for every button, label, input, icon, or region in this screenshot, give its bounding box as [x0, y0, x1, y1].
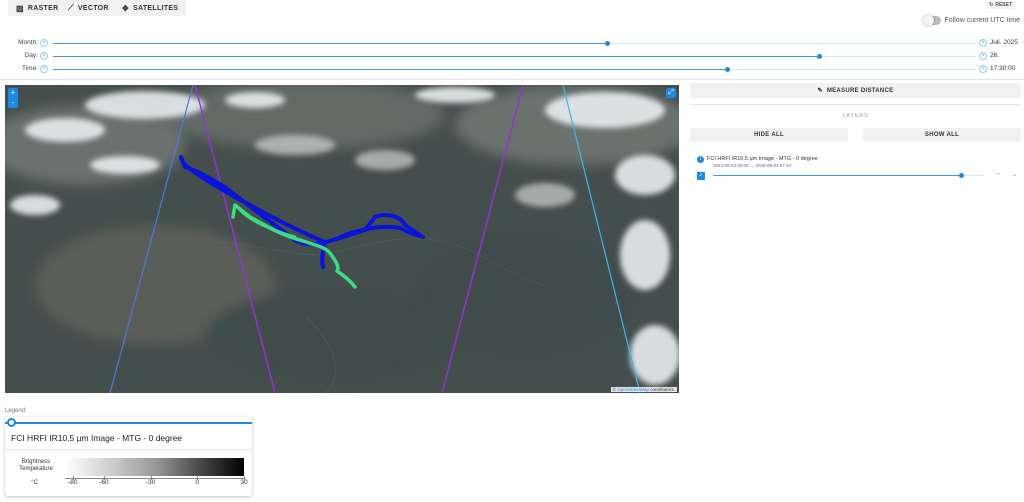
- expand-icon: ⤢: [668, 89, 674, 96]
- time-label: Time:: [21, 65, 38, 72]
- layer-dates: 2024-09-23 00:00 → 2025-09-04 07:10: [713, 163, 792, 168]
- show-all-button[interactable]: SHOW ALL: [863, 128, 1021, 142]
- check-icon: ✓: [698, 173, 704, 179]
- day-slider-row: Day: < > 26.: [0, 50, 1024, 62]
- reset-button[interactable]: ↻ RESET: [985, 1, 1016, 9]
- info-icon[interactable]: i: [697, 156, 704, 163]
- openstreetmap-link[interactable]: OpenStreetMap: [617, 387, 649, 392]
- time-value: 17:30:00: [990, 65, 1016, 72]
- day-label: Day:: [24, 52, 38, 59]
- legend-panel: FCI HRFI IR10.5 µm Image - MTG - 0 degre…: [5, 417, 252, 496]
- satellites-button[interactable]: ✥ SATELLITES: [114, 0, 187, 16]
- day-slider[interactable]: [53, 54, 976, 59]
- month-prev-button[interactable]: <: [40, 39, 48, 47]
- fullscreen-button[interactable]: ⤢: [666, 88, 676, 98]
- divider: [5, 449, 252, 450]
- raster-icon: ▨: [16, 3, 24, 13]
- day-value: 26.: [990, 52, 1000, 59]
- month-next-button[interactable]: >: [979, 39, 987, 47]
- vector-icon: ⟋: [68, 3, 74, 12]
- day-next-button[interactable]: >: [979, 52, 987, 60]
- divider: [0, 79, 1024, 80]
- month-label: Month:: [18, 39, 38, 46]
- divider: [690, 104, 1021, 105]
- time-slider-row: Time: < > 17:30:00: [0, 63, 1024, 75]
- time-slider[interactable]: [53, 67, 976, 72]
- layer-name: FCI HRFI IR10.5 µm Image - MTG - 0 degre…: [707, 156, 818, 162]
- time-next-button[interactable]: >: [979, 65, 987, 73]
- layer-minimize-icon[interactable]: –: [996, 171, 999, 177]
- scale-tick-label: -60: [99, 479, 109, 486]
- zoom-in-button[interactable]: +: [8, 88, 18, 98]
- legend-unit: °C: [31, 479, 39, 486]
- legend-label: Legend:: [5, 408, 27, 414]
- satellite-icon: ✥: [122, 3, 130, 13]
- toggle-switch[interactable]: [922, 15, 941, 26]
- day-slider-handle[interactable]: [817, 54, 823, 59]
- raster-button[interactable]: ▨ RASTER: [8, 0, 67, 16]
- scale-tick-label: 0: [195, 479, 200, 486]
- scale-tick-label: 30: [240, 479, 248, 486]
- map-view[interactable]: + - ⤢ © OpenStreetMap contributors.: [5, 85, 679, 393]
- layer-opacity-slider[interactable]: [713, 173, 983, 178]
- map-attribution: © OpenStreetMap contributors.: [610, 387, 677, 392]
- month-slider[interactable]: [53, 41, 976, 46]
- layers-panel: ✎ MEASURE DISTANCE LAYERS HIDE ALL SHOW A…: [690, 83, 1021, 185]
- legend-quantity: Brightness Temperature: [19, 459, 53, 472]
- legend-slider-handle[interactable]: [7, 418, 16, 427]
- refresh-icon: ↻: [989, 2, 994, 8]
- legend-title: FCI HRFI IR10.5 µm Image - MTG - 0 degre…: [11, 433, 183, 443]
- satellite-imagery: [5, 85, 679, 393]
- time-slider-handle[interactable]: [724, 67, 730, 72]
- layer-item: i FCI HRFI IR10.5 µm Image - MTG - 0 deg…: [690, 155, 1021, 185]
- measure-distance-button[interactable]: ✎ MEASURE DISTANCE: [690, 83, 1021, 98]
- month-slider-row: Month: < > Juli. 2025: [0, 37, 1024, 49]
- zoom-control: + -: [8, 88, 18, 108]
- vector-button[interactable]: ⟋ VECTOR: [60, 0, 117, 16]
- scale-tick-label: -80: [68, 479, 78, 486]
- month-slider-handle[interactable]: [604, 41, 610, 46]
- color-scale-bar: [65, 458, 244, 476]
- layers-title: LAYERS: [842, 113, 869, 119]
- zoom-out-button[interactable]: -: [8, 98, 18, 108]
- opacity-slider-handle[interactable]: [959, 173, 965, 178]
- legend-slider[interactable]: [5, 422, 252, 424]
- scale-tick-label: -30: [145, 479, 156, 486]
- follow-utc-toggle[interactable]: Follow current UTC time: [922, 15, 1020, 26]
- time-prev-button[interactable]: <: [40, 65, 48, 73]
- pencil-icon: ✎: [817, 88, 823, 94]
- day-prev-button[interactable]: <: [40, 52, 48, 60]
- layer-checkbox[interactable]: ✓: [697, 172, 705, 180]
- hide-all-button[interactable]: HIDE ALL: [690, 128, 848, 142]
- layer-expand-icon[interactable]: ⌄: [1012, 171, 1017, 178]
- month-value: Juli. 2025: [990, 39, 1018, 46]
